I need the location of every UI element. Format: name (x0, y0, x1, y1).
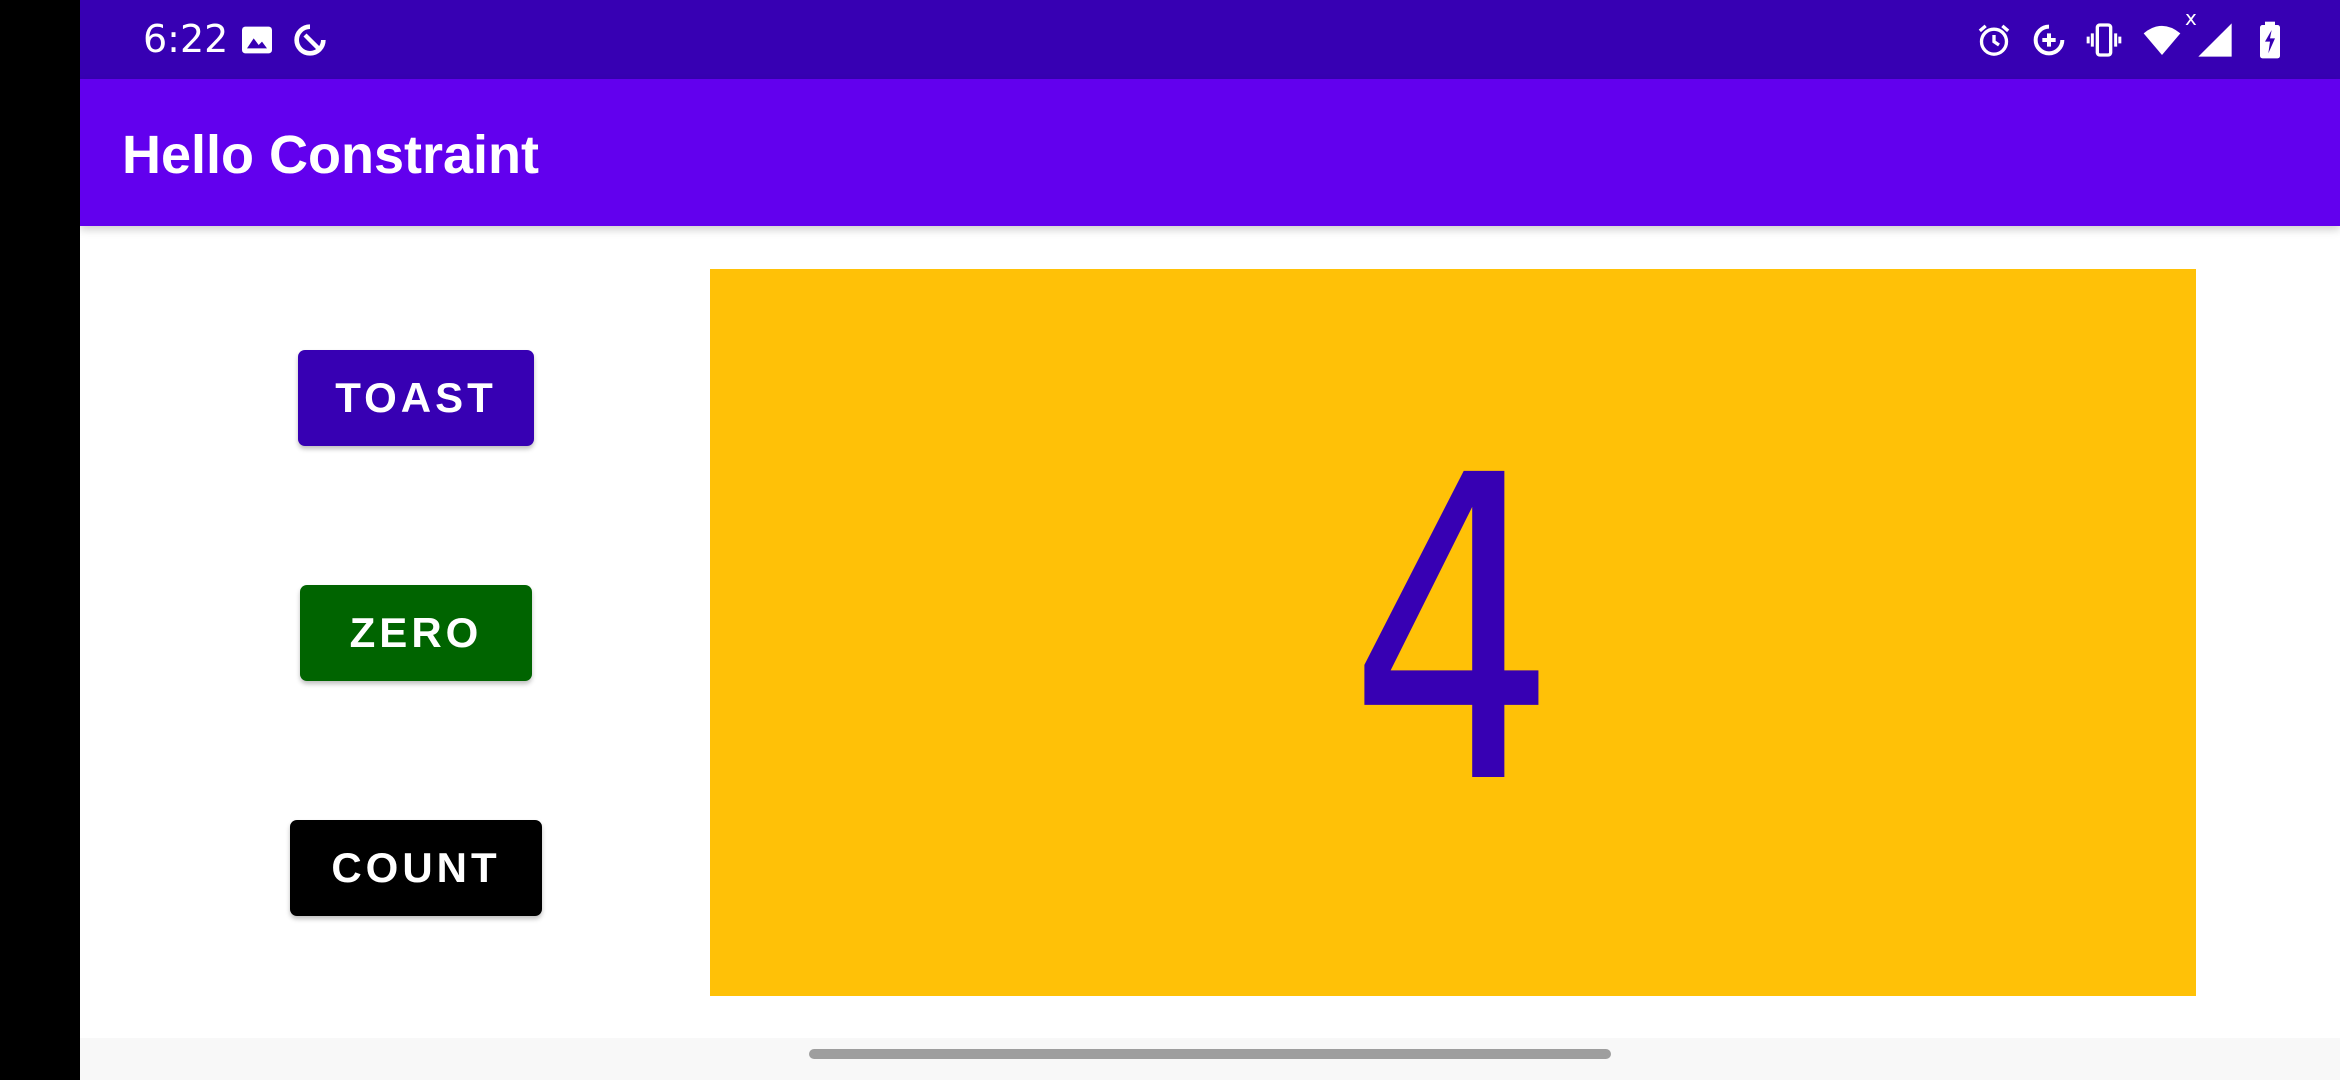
zero-button[interactable]: ZERO (300, 585, 532, 681)
data-saver-plus-icon (2029, 20, 2069, 60)
alarm-icon (1974, 20, 2014, 60)
battery-charging-icon (2250, 20, 2290, 60)
display-cutout-bar (0, 0, 80, 1080)
phone-screen: 6:22 x Hello Constraint TOAST ZERO COUNT… (0, 0, 2340, 1080)
main-content: TOAST ZERO COUNT 4 (80, 226, 2340, 1038)
app-bar: Hello Constraint (80, 79, 2340, 226)
gesture-handle[interactable] (809, 1049, 1611, 1059)
data-saver-icon (290, 20, 330, 60)
status-bar: 6:22 x (80, 0, 2340, 79)
toast-button[interactable]: TOAST (298, 350, 534, 446)
status-time: 6:22 (143, 17, 229, 61)
navigation-bar (80, 1038, 2340, 1080)
count-value: 4 (1348, 387, 1558, 877)
image-icon (237, 20, 277, 60)
count-display: 4 (710, 269, 2196, 996)
signal-icon: x (2185, 8, 2235, 60)
app-title: Hello Constraint (122, 125, 540, 185)
vibrate-icon (2084, 20, 2124, 60)
signal-badge: x (2185, 6, 2197, 30)
count-button[interactable]: COUNT (290, 820, 542, 916)
wifi-icon (2138, 20, 2186, 60)
